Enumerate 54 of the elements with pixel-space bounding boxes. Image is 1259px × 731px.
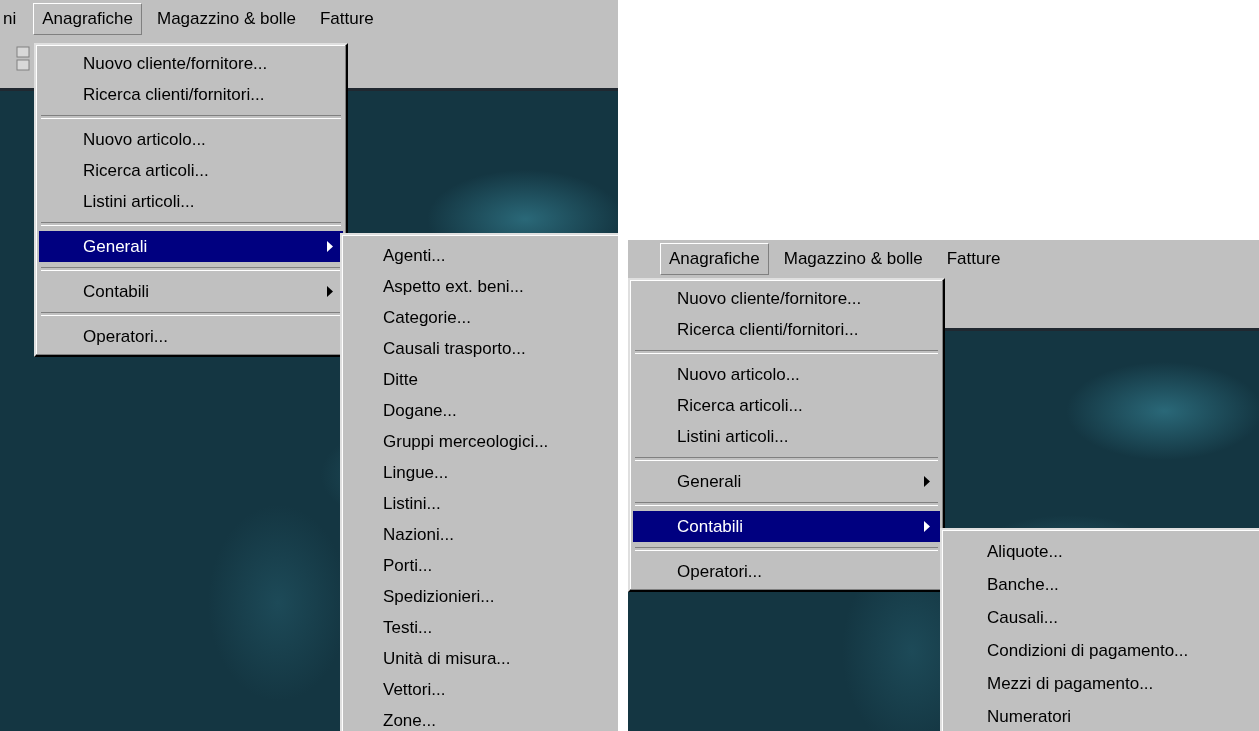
menu-item[interactable]: Ditte: [345, 364, 617, 395]
menu-item[interactable]: Ricerca clienti/fornitori...: [39, 79, 343, 110]
menu-item[interactable]: Ricerca articoli...: [39, 155, 343, 186]
menu-item[interactable]: Vettori...: [345, 674, 617, 705]
menu-item[interactable]: Numeratori: [945, 700, 1259, 731]
menu-item[interactable]: Banche...: [945, 568, 1259, 601]
menu-item[interactable]: Nuovo articolo...: [39, 124, 343, 155]
menu-item-label: Generali: [83, 236, 148, 258]
menu-item[interactable]: Lingue...: [345, 457, 617, 488]
menu-bar-item[interactable]: Fatture: [937, 243, 1010, 275]
menu-item[interactable]: Gruppi merceologici...: [345, 426, 617, 457]
menu-bar-item[interactable]: Fatture: [310, 3, 383, 35]
menu-item[interactable]: Aspetto ext. beni...: [345, 271, 617, 302]
menu-item[interactable]: Condizioni di pagamento...: [945, 634, 1259, 667]
submenu-item[interactable]: Contabili: [39, 276, 343, 307]
menu-item[interactable]: Ricerca clienti/fornitori...: [633, 314, 940, 345]
menu-item[interactable]: Nazioni...: [345, 519, 617, 550]
menu-item[interactable]: Causali trasporto...: [345, 333, 617, 364]
menu-item[interactable]: Nuovo cliente/fornitore...: [39, 48, 343, 79]
menu-item[interactable]: Nuovo cliente/fornitore...: [633, 283, 940, 314]
menu-item[interactable]: Spedizionieri...: [345, 581, 617, 612]
menu-item[interactable]: Mezzi di pagamento...: [945, 667, 1259, 700]
submenu-item[interactable]: Generali: [633, 466, 940, 497]
submenu-arrow-icon: [327, 241, 333, 252]
menu-bar-item[interactable]: Anagrafiche: [33, 3, 142, 35]
menu-item[interactable]: Ricerca articoli...: [633, 390, 940, 421]
menu-item[interactable]: Dogane...: [345, 395, 617, 426]
menu-item[interactable]: Listini articoli...: [39, 186, 343, 217]
menu-item[interactable]: Unità di misura...: [345, 643, 617, 674]
submenu-item[interactable]: Generali: [39, 231, 343, 262]
menu-bar-item[interactable]: Anagrafiche: [660, 243, 769, 275]
menu-item-label: Generali: [677, 471, 742, 493]
menu-bar-item[interactable]: Magazzino & bolle: [774, 243, 932, 275]
submenu-item[interactable]: Contabili: [633, 511, 940, 542]
menu-item[interactable]: Operatori...: [633, 556, 940, 587]
menu-item[interactable]: Listini...: [345, 488, 617, 519]
menu-item[interactable]: Agenti...: [345, 240, 617, 271]
submenu-arrow-icon: [327, 286, 333, 297]
menu-item-label: Contabili: [83, 281, 150, 303]
menu-bar-item[interactable]: ni: [2, 3, 28, 35]
submenu-arrow-icon: [924, 476, 930, 487]
menu-item[interactable]: Aliquote...: [945, 535, 1259, 568]
menu-item[interactable]: Porti...: [345, 550, 617, 581]
toolbar-icon[interactable]: [16, 44, 30, 74]
menu-bar-item[interactable]: Magazzino & bolle: [147, 3, 305, 35]
submenu-arrow-icon: [924, 521, 930, 532]
menu-item[interactable]: Zone...: [345, 705, 617, 731]
menu-item[interactable]: Testi...: [345, 612, 617, 643]
menu-item[interactable]: Categorie...: [345, 302, 617, 333]
menu-item[interactable]: Operatori...: [39, 321, 343, 352]
menu-item[interactable]: Causali...: [945, 601, 1259, 634]
menu-item[interactable]: Listini articoli...: [633, 421, 940, 452]
menu-item[interactable]: Nuovo articolo...: [633, 359, 940, 390]
menu-item-label: Contabili: [677, 516, 744, 538]
